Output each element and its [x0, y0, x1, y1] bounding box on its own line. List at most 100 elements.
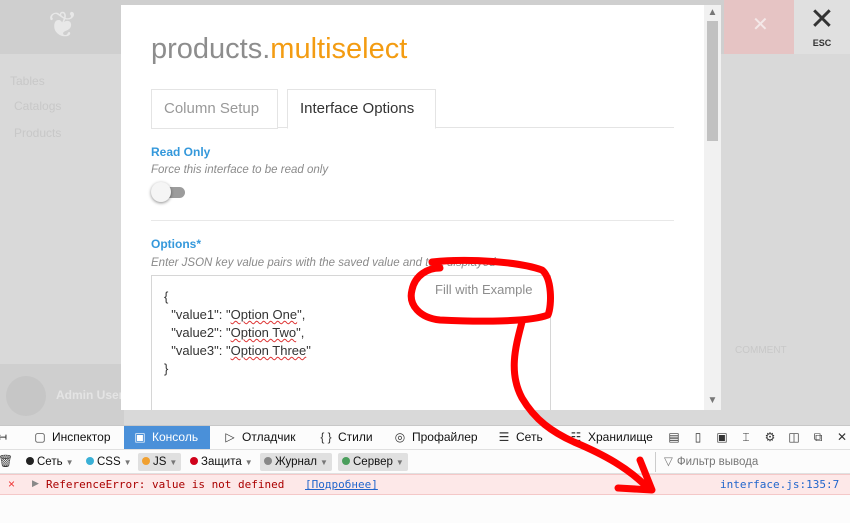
tab-label: Отладчик [242, 430, 296, 444]
title-column-name: multiselect [270, 33, 408, 65]
toggle-knob [151, 182, 171, 202]
storage-icon: ☷ [570, 430, 582, 444]
dock-side-icon[interactable]: ◫ [784, 426, 804, 449]
filter-css[interactable]: CSS ▼ [82, 453, 136, 471]
chevron-down-icon: ▼ [123, 458, 132, 467]
devtools-panel: ↤ ▢ Инспектор ▣ Консоль ▷ Отладчик { } Стили… [0, 425, 850, 523]
pick-element-icon: ↤ [0, 430, 8, 444]
screenshot-icon[interactable]: ▣ [712, 426, 732, 449]
tab-profiler[interactable]: ◎ Профайлер [392, 426, 478, 449]
code-text: "value3": " [164, 343, 231, 358]
filter-dot [142, 457, 150, 465]
fill-with-example-button[interactable]: Fill with Example [435, 282, 533, 297]
filter-output-input[interactable]: ▽ Фильтр вывода [655, 452, 850, 472]
close-devtools-icon[interactable]: ✕ [832, 426, 850, 449]
code-text: "value1": " [164, 307, 231, 322]
split-console-icon[interactable]: ▤ [664, 426, 684, 449]
background-nav-item: Catalogs [14, 99, 62, 113]
filter-server[interactable]: Сервер ▼ [338, 453, 408, 471]
background-nav-heading: Tables [10, 74, 45, 88]
clear-console-icon[interactable]: 🗑 [0, 454, 13, 468]
filter-js[interactable]: JS ▼ [138, 453, 182, 471]
chevron-down-icon: ▼ [395, 458, 404, 467]
interface-settings-modal: products.multiselect Column Setup Interf… [121, 5, 721, 410]
filter-security[interactable]: Защита ▼ [186, 453, 257, 471]
filter-dot [190, 457, 198, 465]
code-line: { [164, 289, 168, 304]
inspector-icon: ▢ [34, 430, 46, 444]
filter-label: Сеть [37, 456, 63, 468]
separate-window-icon[interactable]: ⧉ [808, 426, 828, 449]
esc-close-button[interactable]: ✕ ESC [794, 0, 850, 54]
options-json-textarea[interactable]: { "value1": "Option One", "value2": "Opt… [151, 275, 551, 410]
code-text: ", [296, 325, 305, 340]
filter-label: Сервер [353, 456, 393, 468]
scroll-down-icon[interactable]: ▼ [704, 395, 721, 406]
error-source-link[interactable]: interface.js:135:7 [720, 478, 839, 491]
profiler-icon: ◎ [394, 430, 406, 444]
filter-dot [342, 457, 350, 465]
chevron-down-icon: ▼ [319, 458, 328, 467]
filter-label: Защита [201, 456, 242, 468]
spellcheck-word: Option Three [230, 343, 307, 358]
avatar [6, 376, 46, 416]
tab-storage[interactable]: ☷ Хранилище [568, 426, 653, 449]
responsive-mode-icon[interactable]: ▯ [688, 426, 708, 449]
scrollbar-thumb[interactable] [707, 21, 718, 141]
tab-console[interactable]: ▣ Консоль [124, 426, 210, 449]
chevron-down-icon: ▼ [169, 458, 178, 467]
options-label: Options* [151, 237, 201, 251]
tab-label: Хранилище [588, 430, 653, 444]
chevron-down-icon: ▼ [65, 458, 74, 467]
code-text: { [164, 289, 169, 304]
learn-more-link[interactable]: [Подробнее] [305, 478, 378, 491]
background-nav-item: Products [14, 126, 62, 140]
settings-gear-icon[interactable]: ⚙ [760, 426, 780, 449]
required-marker: * [196, 237, 201, 251]
code-text: } [164, 361, 169, 376]
expand-arrow-icon[interactable]: ▶ [32, 478, 39, 489]
read-only-toggle[interactable] [151, 182, 187, 202]
spellcheck-word: Option Two [230, 325, 297, 340]
tab-interface-options[interactable]: Interface Options [287, 89, 436, 129]
code-line: "value2": "Option Two", [164, 325, 304, 340]
filter-network[interactable]: Сеть ▼ [22, 453, 78, 471]
filter-dot [26, 457, 34, 465]
user-name: Admin User [56, 388, 124, 402]
title-table-name: products. [151, 33, 271, 65]
options-help: Enter JSON key value pairs with the save… [151, 257, 496, 269]
filter-placeholder: Фильтр вывода [676, 456, 759, 468]
spellcheck-word: Option One [230, 307, 298, 322]
filter-logging[interactable]: Журнал ▼ [260, 453, 332, 471]
tab-styles[interactable]: { } Стили [318, 426, 372, 449]
tab-inspector[interactable]: ▢ Инспектор [32, 426, 111, 449]
tab-column-setup[interactable]: Column Setup [151, 89, 278, 129]
filter-label: Журнал [275, 456, 317, 468]
close-icon: ✕ [809, 3, 835, 36]
tab-pick-element[interactable]: ↤ [0, 426, 14, 449]
filter-dot [86, 457, 94, 465]
tab-debugger[interactable]: ▷ Отладчик [222, 426, 295, 449]
background-close-icon: ✕ [752, 14, 769, 36]
console-filter-bar: 🗑 Сеть ▼ CSS ▼ JS ▼ Защита ▼ Журнал ▼ Сервер ▼… [0, 450, 850, 474]
devtools-tab-bar: ↤ ▢ Инспектор ▣ Консоль ▷ Отладчик { } Стили… [0, 426, 850, 450]
filter-label: CSS [97, 456, 121, 468]
background-close-area: ✕ [724, 0, 794, 54]
code-line: "value3": "Option Three" [164, 343, 311, 358]
modal-title: products.multiselect [151, 33, 407, 66]
tab-label: Консоль [152, 430, 199, 444]
console-icon: ▣ [134, 430, 146, 444]
background-user-panel: Admin User [0, 364, 124, 425]
tab-network[interactable]: ☰ Сеть [496, 426, 543, 449]
console-error-row[interactable]: × ▶ ReferenceError: value is not defined… [0, 474, 850, 495]
code-text: ", [297, 307, 306, 322]
tab-label: Инспектор [52, 430, 111, 444]
ruler-icon[interactable]: ⌶ [736, 426, 756, 449]
scroll-up-icon[interactable]: ▲ [704, 7, 721, 18]
chevron-down-icon: ▼ [244, 458, 253, 467]
code-text: " [306, 343, 311, 358]
code-line: } [164, 361, 168, 376]
modal-scrollbar[interactable]: ▲ ▼ [704, 5, 721, 410]
options-label-text: Options [151, 237, 197, 251]
section-divider [151, 220, 674, 221]
